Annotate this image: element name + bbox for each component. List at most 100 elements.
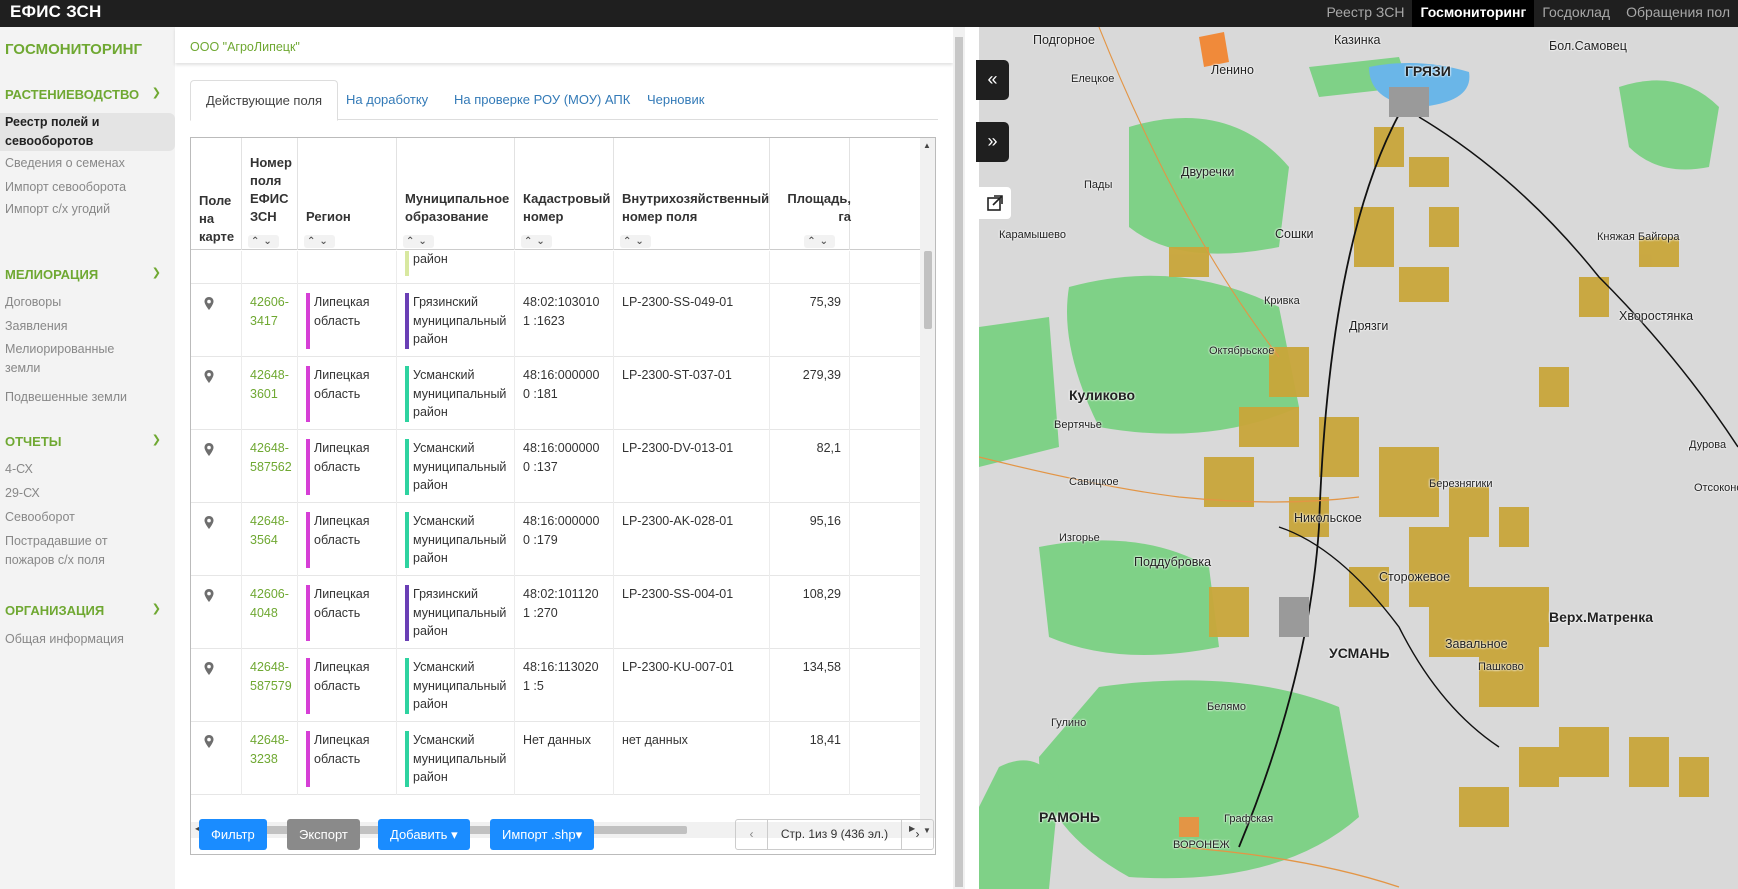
map-pin-icon[interactable]: [203, 296, 215, 312]
topnav-appeals[interactable]: Обращения пол: [1618, 0, 1738, 27]
col-area[interactable]: Площадь, га ⌃⌄: [770, 138, 851, 250]
section-crop[interactable]: РАСТЕНИЕВОДСТВО ❯: [5, 87, 167, 102]
table-row[interactable]: 42648-3238 Липецкая область Усманский му…: [191, 722, 921, 795]
sidebar-item-import-rotation[interactable]: Импорт севооборота: [5, 178, 167, 197]
sort-icon[interactable]: ⌃⌄: [304, 235, 335, 248]
sort-icon[interactable]: ⌃⌄: [804, 235, 835, 248]
filter-button[interactable]: Фильтр: [199, 819, 267, 850]
page-scrollbar[interactable]: [953, 27, 965, 889]
brand-logo[interactable]: ЕФИС ЗСН: [10, 2, 101, 22]
pager-next-button[interactable]: ›: [902, 820, 933, 849]
topnav-gosdoklad[interactable]: Госдоклад: [1534, 0, 1618, 27]
col-number[interactable]: Номер поля ЕФИС ЗСН ⌃⌄: [242, 138, 298, 250]
cell-number[interactable]: 42606-3417: [242, 284, 298, 357]
sort-icon[interactable]: ⌃⌄: [248, 235, 279, 248]
tab-active-fields[interactable]: Действующие поля: [190, 80, 339, 121]
table-row[interactable]: 42648-3564 Липецкая область Усманский му…: [191, 503, 921, 576]
cell-number[interactable]: 42648-3564: [242, 503, 298, 576]
cell-inner-number: LP-2300-DV-013-01: [614, 430, 770, 503]
map-pin-icon[interactable]: [203, 661, 215, 677]
table-vertical-scrollbar[interactable]: ▲ ▼: [920, 138, 935, 838]
sidebar-item-contracts[interactable]: Договоры: [5, 293, 167, 312]
cell-region: Липецкая область: [298, 357, 397, 430]
map-label: Вертячье: [1054, 419, 1102, 431]
collapse-right-button[interactable]: »: [976, 122, 1009, 162]
cell-number[interactable]: 42648-587579: [242, 649, 298, 722]
pager-prev-button[interactable]: ‹: [736, 820, 767, 849]
topnav-gosmonitoring[interactable]: Госмониторинг: [1412, 0, 1535, 27]
col-region[interactable]: Регион ⌃⌄: [298, 138, 397, 250]
scroll-up-arrow-icon[interactable]: ▲: [923, 141, 931, 150]
import-shp-button[interactable]: Импорт .shp▾: [490, 819, 595, 850]
sort-icon[interactable]: ⌃⌄: [521, 235, 552, 248]
map-pin-icon[interactable]: [203, 734, 215, 750]
external-link-button[interactable]: [979, 187, 1011, 219]
tab-review[interactable]: На проверке РОУ (МОУ) АПК: [439, 80, 645, 121]
col-region-label: Регион: [306, 209, 351, 224]
map-label: Изгорье: [1059, 532, 1100, 544]
cell-region: Липецкая область: [298, 503, 397, 576]
sidebar-item-rotation[interactable]: Севооборот: [5, 508, 167, 527]
cell-number[interactable]: 42606-4048: [242, 576, 298, 649]
map-label: Подгорное: [1033, 33, 1095, 47]
table-row[interactable]: 42648-3601 Липецкая область Усманский му…: [191, 357, 921, 430]
chevron-down-icon[interactable]: ❯: [152, 86, 161, 99]
sidebar-item-fire[interactable]: Пострадавшие от пожаров с/х поля: [5, 532, 125, 570]
sort-icon[interactable]: ⌃⌄: [620, 235, 651, 248]
map-pin-icon[interactable]: [203, 442, 215, 458]
map-view[interactable]: Подгорное Казинка Бол.Самовец Ленино ГРЯ…: [979, 27, 1738, 889]
cell-area: 134,58: [770, 649, 850, 722]
topnav-registry[interactable]: Реестр ЗСН: [1319, 0, 1413, 27]
section-reports[interactable]: ОТЧЕТЫ ❯: [5, 434, 167, 449]
sidebar-item-import-lands[interactable]: Импорт с/х угодий: [5, 200, 167, 219]
sidebar-item-4sx[interactable]: 4-СХ: [5, 460, 167, 479]
scroll-thumb[interactable]: [955, 37, 963, 887]
sidebar-item-general-info[interactable]: Общая информация: [5, 630, 167, 649]
export-button[interactable]: Экспорт: [287, 819, 360, 850]
section-melio[interactable]: МЕЛИОРАЦИЯ ❯: [5, 267, 167, 282]
sidebar-item-seeds[interactable]: Сведения о семенах: [5, 154, 167, 173]
cell-number[interactable]: 42648-3601: [242, 357, 298, 430]
col-map[interactable]: Поле на карте: [191, 138, 242, 250]
sidebar: ГОСМОНИТОРИНГ РАСТЕНИЕВОДСТВО ❯ Реестр п…: [0, 27, 175, 889]
map-pin-icon[interactable]: [203, 369, 215, 385]
tab-draft[interactable]: Черновик: [632, 80, 719, 121]
tab-rework[interactable]: На доработку: [331, 80, 443, 121]
cell-region-text: Липецкая область: [314, 368, 370, 401]
cell-cadastral: 48:16:1130201 :5: [515, 649, 614, 722]
scroll-thumb[interactable]: [924, 251, 932, 329]
cell-inner-number: LP-2300-SS-004-01: [614, 576, 770, 649]
section-org-label: ОРГАНИЗАЦИЯ: [5, 603, 105, 618]
add-button[interactable]: Добавить ▾: [378, 819, 470, 850]
col-municipality-label: Муниципальное образование: [405, 191, 510, 224]
map-label: Дурова: [1689, 439, 1727, 451]
table-row[interactable]: 42606-4048 Липецкая область Грязинский м…: [191, 576, 921, 649]
sidebar-item-29sx[interactable]: 29-СХ: [5, 484, 167, 503]
table-row[interactable]: район: [191, 251, 921, 284]
sidebar-item-suspended[interactable]: Подвешенные земли: [5, 388, 167, 407]
cell-area: 82,1: [770, 430, 850, 503]
col-cadastral[interactable]: Кадастровый номер ⌃⌄: [515, 138, 614, 250]
sidebar-item-applications[interactable]: Заявления: [5, 317, 167, 336]
section-org[interactable]: ОРГАНИЗАЦИЯ ❯: [5, 603, 167, 618]
cell-inner-number: нет данных: [614, 722, 770, 795]
main-panel: ООО "АгроЛипецк" Действующие поля На дор…: [175, 27, 953, 889]
chevron-down-icon[interactable]: ❯: [152, 433, 161, 446]
map-pin-icon[interactable]: [203, 588, 215, 604]
cell-number[interactable]: 42648-3238: [242, 722, 298, 795]
cell-municipality: Усманский муниципальный район: [397, 357, 515, 430]
sidebar-item-fields-registry[interactable]: Реестр полей и севооборотов: [0, 113, 175, 151]
sidebar-item-meliorated[interactable]: Мелиорированные земли: [5, 340, 125, 378]
chevron-down-icon[interactable]: ❯: [152, 266, 161, 279]
chevron-down-icon[interactable]: ❯: [152, 602, 161, 615]
table-row[interactable]: 42648-587562 Липецкая область Усманский …: [191, 430, 921, 503]
sort-icon[interactable]: ⌃⌄: [403, 235, 434, 248]
map-pin-icon[interactable]: [203, 515, 215, 531]
table-row[interactable]: 42606-3417 Липецкая область Грязинский м…: [191, 284, 921, 357]
table-row[interactable]: 42648-587579 Липецкая область Усманский …: [191, 649, 921, 722]
col-municipality[interactable]: Муниципальное образование ⌃⌄: [397, 138, 515, 250]
map-label: РАМОНЬ: [1039, 809, 1100, 825]
cell-number[interactable]: 42648-587562: [242, 430, 298, 503]
col-inner-number[interactable]: Внутрихозяйственный номер поля ⌃⌄: [614, 138, 770, 250]
collapse-left-button[interactable]: «: [976, 60, 1009, 100]
